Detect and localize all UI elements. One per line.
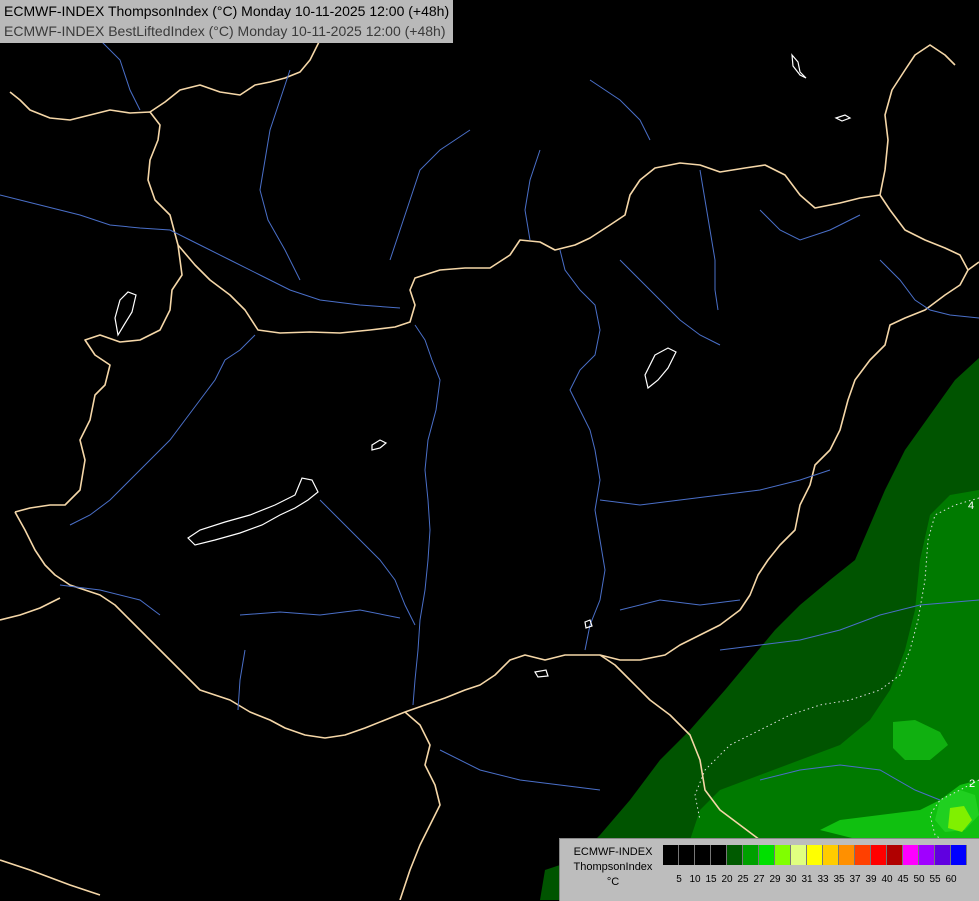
legend-swatch (935, 845, 951, 865)
contour-label-2: 2 (969, 778, 976, 790)
legend-title: ECMWF-INDEX ThompsonIndex °C (564, 845, 662, 890)
legend-swatches (663, 845, 967, 865)
weather-map (0, 0, 979, 900)
legend-swatch (887, 845, 903, 865)
legend-swatch (663, 845, 679, 865)
legend-parameter: ThompsonIndex (573, 861, 653, 873)
legend-swatch (679, 845, 695, 865)
legend-tick-label: 20 (721, 874, 733, 885)
map-title: ECMWF-INDEX ThompsonIndex (°C) Monday 10… (0, 0, 454, 43)
legend-tick-label: 39 (865, 874, 877, 885)
color-legend: ECMWF-INDEX ThompsonIndex °C 5 10 15 20 25 27… (559, 838, 979, 901)
legend-model: ECMWF-INDEX (573, 846, 653, 858)
legend-tick-label: 35 (833, 874, 845, 885)
legend-swatch (839, 845, 855, 865)
legend-tick-label: 29 (769, 874, 781, 885)
legend-swatch (903, 845, 919, 865)
legend-tick-label: 25 (737, 874, 749, 885)
title-best-lifted-index: ECMWF-INDEX BestLiftedIndex (°C) Monday … (4, 23, 446, 39)
legend-swatch (775, 845, 791, 865)
legend-tick-label: 55 (929, 874, 941, 885)
legend-swatch (695, 845, 711, 865)
legend-tick-label: 10 (689, 874, 701, 885)
contour-label-4: 4 (968, 500, 975, 512)
legend-swatch (727, 845, 743, 865)
title-thompson-index: ECMWF-INDEX ThompsonIndex (°C) Monday 10… (4, 3, 450, 19)
legend-swatch (807, 845, 823, 865)
legend-swatch (823, 845, 839, 865)
legend-swatch (919, 845, 935, 865)
legend-tick-label: 40 (881, 874, 893, 885)
legend-swatch (711, 845, 727, 865)
legend-tick-label: 45 (897, 874, 909, 885)
legend-swatch (871, 845, 887, 865)
legend-swatch (855, 845, 871, 865)
legend-ticks: 5 10 15 20 25 27 29 30 31 33 35 37 39 40 45 50 55 60 (663, 874, 959, 885)
legend-swatch (791, 845, 807, 865)
legend-tick-label: 5 (676, 874, 682, 885)
legend-tick-label: 27 (753, 874, 765, 885)
legend-tick-label: 31 (801, 874, 813, 885)
legend-tick-label: 33 (817, 874, 829, 885)
legend-tick-label: 37 (849, 874, 861, 885)
legend-tick-label: 60 (945, 874, 957, 885)
legend-swatch (743, 845, 759, 865)
legend-tick-label: 30 (785, 874, 797, 885)
legend-swatch (951, 845, 967, 865)
legend-swatch (759, 845, 775, 865)
legend-tick-label: 15 (705, 874, 717, 885)
legend-tick-label: 50 (913, 874, 925, 885)
legend-unit: °C (606, 876, 620, 888)
